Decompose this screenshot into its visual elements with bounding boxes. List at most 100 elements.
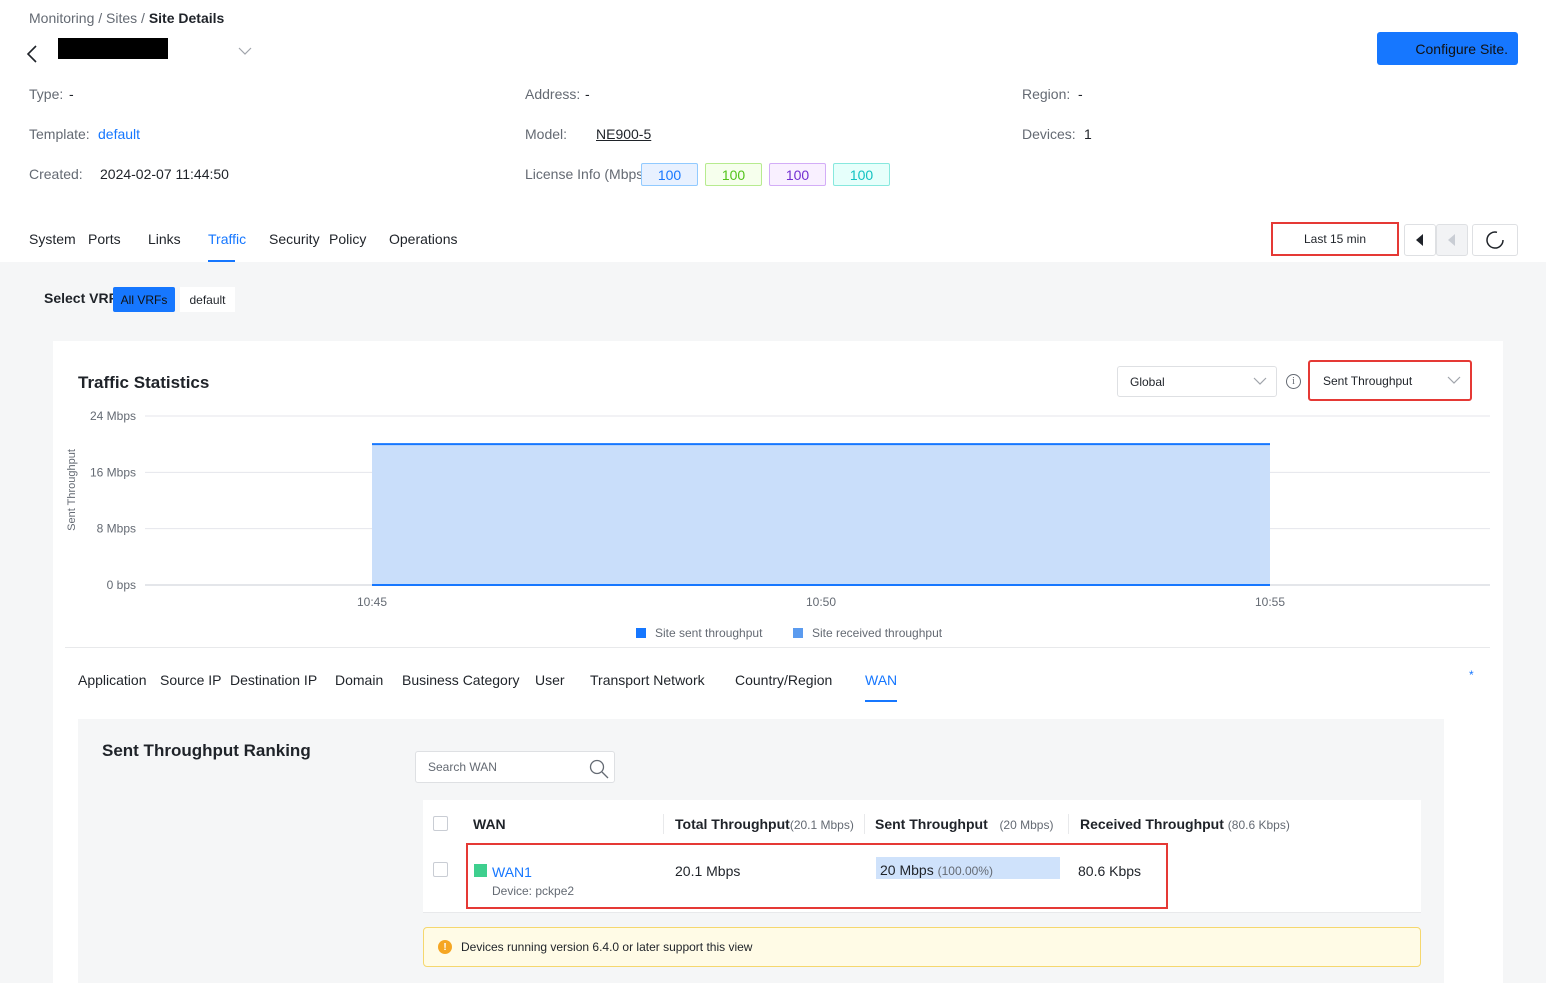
x-tick-label: 10:50 xyxy=(806,595,836,609)
legend-sent-label: Site sent throughput xyxy=(655,626,763,640)
dim-tab-business-category[interactable]: Business Category xyxy=(402,672,520,688)
vrf-option-all[interactable]: All VRFs xyxy=(113,287,175,312)
tab-policy[interactable]: Policy xyxy=(329,231,366,247)
dim-tab-domain[interactable]: Domain xyxy=(335,672,383,688)
col-sent-sub: (20 Mbps) xyxy=(999,818,1054,832)
dimension-marker: * xyxy=(1469,668,1474,682)
license-badge: 100 xyxy=(769,163,826,186)
devices-value: 1 xyxy=(1084,126,1092,142)
dim-tab-source-ip[interactable]: Source IP xyxy=(160,672,221,688)
col-wan[interactable]: WAN xyxy=(473,816,506,832)
column-separator xyxy=(663,814,664,834)
legend-sent[interactable]: Site sent throughput xyxy=(636,626,762,640)
scope-select-value: Global xyxy=(1130,374,1165,389)
legend-received[interactable]: Site received throughput xyxy=(793,626,942,640)
row-checkbox[interactable] xyxy=(433,862,448,877)
caret-left-disabled-icon xyxy=(1448,234,1455,246)
traffic-title: Traffic Statistics xyxy=(78,373,210,392)
address-label: Address: xyxy=(525,86,581,102)
notice-text: Devices running version 6.4.0 or later s… xyxy=(461,940,753,954)
y-axis-label: Sent Throughput xyxy=(66,449,78,531)
ranking-title: Sent Throughput Ranking xyxy=(102,741,311,760)
address-value: - xyxy=(585,86,590,102)
metric-select[interactable]: Sent Throughput xyxy=(1308,360,1472,401)
vrf-label: Select VRF xyxy=(44,290,118,306)
select-all-checkbox[interactable] xyxy=(433,816,448,831)
breadcrumb-path[interactable]: Monitoring / Sites / xyxy=(29,10,149,26)
search-placeholder: Search WAN xyxy=(428,760,497,774)
type-label: Type: xyxy=(29,86,64,102)
configure-site-button[interactable]: Configure Site. xyxy=(1377,32,1518,65)
tab-ports[interactable]: Ports xyxy=(88,231,121,247)
created-label: Created: xyxy=(29,166,83,182)
search-icon xyxy=(589,759,609,779)
divider xyxy=(65,647,1490,648)
y-tick-label: 8 Mbps xyxy=(97,522,136,536)
model-link[interactable]: NE900-5 xyxy=(596,126,651,142)
warning-icon: ! xyxy=(438,940,452,954)
traffic-chart: 0 bps 8 Mbps 16 Mbps 24 Mbps Sent Throughput… xyxy=(66,409,1490,609)
refresh-icon xyxy=(1486,231,1504,249)
tab-links[interactable]: Links xyxy=(148,231,181,247)
tab-system[interactable]: System xyxy=(29,231,76,247)
sent-area xyxy=(372,444,1270,585)
version-notice: ! Devices running version 6.4.0 or later… xyxy=(423,927,1421,967)
created-value: 2024-02-07 11:44:50 xyxy=(100,166,229,182)
scope-select[interactable]: Global xyxy=(1117,366,1277,397)
back-icon[interactable] xyxy=(22,40,46,68)
vrf-option-default[interactable]: default xyxy=(180,287,235,312)
dim-tab-destination-ip[interactable]: Destination IP xyxy=(230,672,317,688)
license-badge: 100 xyxy=(833,163,890,186)
devices-label: Devices: xyxy=(1022,126,1076,142)
template-label: Template: xyxy=(29,126,90,142)
tab-operations[interactable]: Operations xyxy=(389,231,457,247)
metric-select-value: Sent Throughput xyxy=(1323,373,1413,388)
tab-traffic[interactable]: Traffic xyxy=(208,231,246,247)
caret-left-icon xyxy=(1416,234,1423,246)
col-received[interactable]: Received Throughput (80.6 Kbps) xyxy=(1080,816,1290,832)
template-link[interactable]: default xyxy=(98,126,140,142)
active-dimension-indicator xyxy=(865,700,897,702)
region-label: Region: xyxy=(1022,86,1071,102)
legend-sent-swatch xyxy=(636,628,646,638)
x-tick-label: 10:45 xyxy=(357,595,387,609)
col-sent-label: Sent Throughput xyxy=(875,816,988,832)
col-total[interactable]: Total Throughput(20.1 Mbps) xyxy=(675,816,854,832)
search-wan-input[interactable]: Search WAN xyxy=(415,751,615,783)
dim-tab-transport-network[interactable]: Transport Network xyxy=(590,672,705,688)
tab-security[interactable]: Security xyxy=(269,231,320,247)
col-received-sub: (80.6 Kbps) xyxy=(1227,818,1290,832)
info-icon[interactable]: i xyxy=(1286,374,1301,389)
region-value: - xyxy=(1078,86,1083,102)
dim-tab-user[interactable]: User xyxy=(535,672,565,688)
dim-tab-application[interactable]: Application xyxy=(78,672,147,688)
col-total-sub: (20.1 Mbps) xyxy=(789,818,854,832)
y-tick-label: 24 Mbps xyxy=(90,409,136,423)
chevron-down-icon xyxy=(1447,376,1461,384)
breadcrumb-current: Site Details xyxy=(148,10,225,26)
chevron-down-icon[interactable] xyxy=(236,44,254,56)
chevron-down-icon xyxy=(1253,377,1267,385)
column-separator xyxy=(864,814,865,834)
type-value: - xyxy=(69,86,74,102)
site-name-redacted[interactable] xyxy=(58,38,168,59)
column-separator xyxy=(1068,814,1069,834)
time-range-select[interactable]: Last 15 min xyxy=(1271,222,1399,256)
dim-tab-wan[interactable]: WAN xyxy=(865,672,897,688)
model-label: Model: xyxy=(525,126,568,142)
refresh-button[interactable] xyxy=(1472,224,1518,256)
next-period-button[interactable] xyxy=(1436,224,1468,256)
legend-received-label: Site received throughput xyxy=(812,626,943,640)
previous-period-button[interactable] xyxy=(1404,224,1436,256)
legend-received-swatch xyxy=(793,628,803,638)
breadcrumb: Monitoring / Sites / Site Details xyxy=(29,10,224,26)
col-total-label: Total Throughput xyxy=(675,816,790,832)
dim-tab-country-region[interactable]: Country/Region xyxy=(735,672,832,688)
license-label: License Info (Mbps xyxy=(525,166,642,182)
highlight-box xyxy=(466,843,1168,909)
x-tick-label: 10:55 xyxy=(1255,595,1285,609)
y-tick-label: 16 Mbps xyxy=(90,465,136,479)
col-received-label: Received Throughput xyxy=(1080,816,1224,832)
license-badge: 100 xyxy=(641,163,698,186)
col-sent[interactable]: Sent Throughput (20 Mbps) xyxy=(875,816,1053,832)
